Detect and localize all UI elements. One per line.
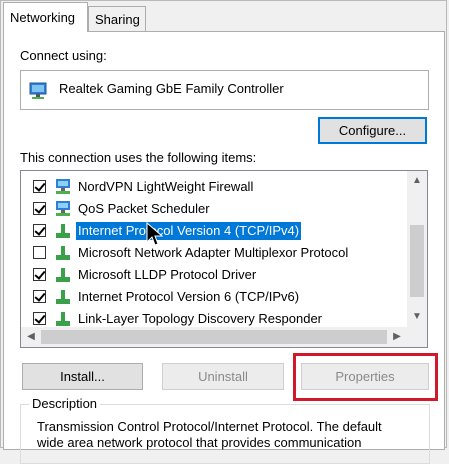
description-title: Description (29, 396, 101, 411)
install-button[interactable]: Install... (22, 363, 143, 390)
list-item[interactable]: QoS Packet Scheduler (21, 198, 407, 220)
item-checkbox[interactable] (33, 290, 46, 303)
tab-strip: Networking Sharing (0, 0, 449, 32)
network-service-icon (56, 201, 70, 216)
item-label: Microsoft LLDP Protocol Driver (78, 267, 257, 282)
scrollbar-corner (407, 327, 427, 347)
list-item[interactable]: Internet Protocol Version 6 (TCP/IPv6) (21, 286, 407, 308)
list-item-selected[interactable]: Internet Protocol Version 4 (TCP/IPv4) (21, 220, 407, 242)
protocol-icon (56, 246, 70, 260)
connect-using-label: Connect using: (20, 48, 107, 63)
protocol-icon (56, 224, 70, 238)
item-checkbox[interactable] (33, 224, 46, 237)
item-label: Link-Layer Topology Discovery Responder (78, 311, 322, 326)
item-checkbox[interactable] (33, 202, 46, 215)
description-line-2: wide area network protocol that provides… (37, 435, 362, 450)
scroll-down-arrow-icon[interactable]: ▼ (407, 307, 427, 327)
list-item[interactable]: Microsoft Network Adapter Multiplexor Pr… (21, 242, 407, 264)
tab-networking[interactable]: Networking (3, 2, 88, 32)
items-list[interactable]: NordVPN LightWeight Firewall QoS Packet … (20, 170, 428, 348)
horizontal-scroll-thumb[interactable] (41, 330, 387, 344)
item-checkbox[interactable] (33, 312, 46, 325)
item-label: Internet Protocol Version 4 (TCP/IPv4) (76, 222, 302, 240)
list-item[interactable]: NordVPN LightWeight Firewall (21, 176, 407, 198)
horizontal-scrollbar[interactable]: ◀ ▶ (21, 327, 407, 347)
adapter-name: Realtek Gaming GbE Family Controller (59, 81, 284, 96)
item-label: Microsoft Network Adapter Multiplexor Pr… (78, 245, 349, 260)
protocol-icon (56, 312, 70, 326)
item-checkbox[interactable] (33, 246, 46, 259)
vertical-scrollbar[interactable]: ▲ ▼ (407, 171, 427, 327)
protocol-icon (56, 268, 70, 282)
network-adapter-icon (29, 82, 47, 99)
item-checkbox[interactable] (33, 180, 46, 193)
vertical-scroll-thumb[interactable] (410, 225, 424, 297)
item-label: QoS Packet Scheduler (78, 201, 210, 216)
network-service-icon (56, 179, 70, 194)
item-checkbox[interactable] (33, 268, 46, 281)
protocol-icon (56, 290, 70, 304)
list-item[interactable]: Microsoft LLDP Protocol Driver (21, 264, 407, 286)
item-label: Internet Protocol Version 6 (TCP/IPv6) (78, 289, 300, 304)
item-label: NordVPN LightWeight Firewall (78, 179, 254, 194)
mouse-cursor-icon (146, 222, 164, 246)
description-line-1: Transmission Control Protocol/Internet P… (37, 419, 382, 434)
items-label: This connection uses the following items… (20, 150, 257, 165)
scroll-up-arrow-icon[interactable]: ▲ (407, 171, 427, 191)
configure-button[interactable]: Configure... (318, 117, 427, 144)
uninstall-button[interactable]: Uninstall (162, 363, 284, 390)
properties-highlight-box (293, 353, 438, 401)
scroll-left-arrow-icon[interactable]: ◀ (21, 327, 41, 347)
scroll-right-arrow-icon[interactable]: ▶ (387, 327, 407, 347)
adapter-field: Realtek Gaming GbE Family Controller (20, 70, 429, 110)
tab-sharing[interactable]: Sharing (88, 6, 146, 31)
description-text: Transmission Control Protocol/Internet P… (37, 419, 422, 451)
description-group: Description Transmission Control Protoco… (20, 396, 430, 464)
